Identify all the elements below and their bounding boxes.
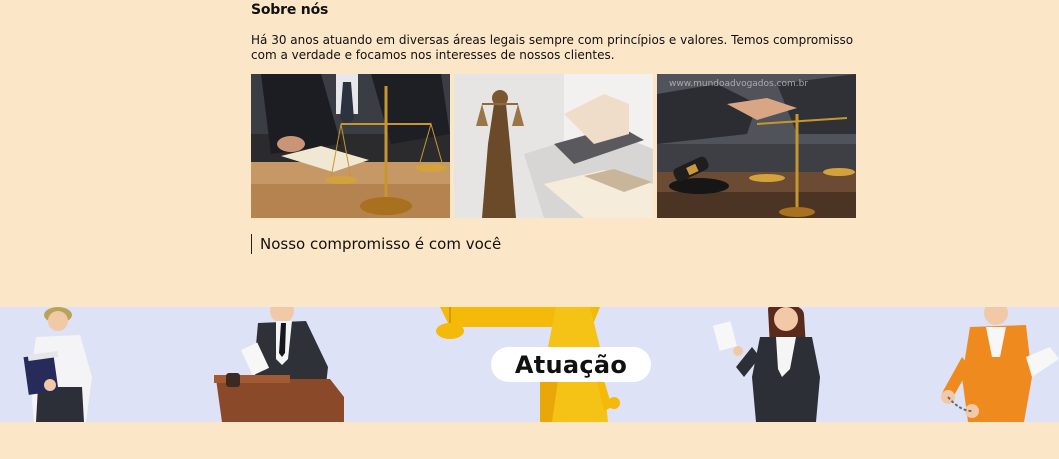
photo-lawyer-scales bbox=[251, 74, 450, 218]
practice-areas-banner: Atuação bbox=[0, 307, 1059, 422]
photo-justice-statue bbox=[454, 74, 653, 218]
figure-man-podium bbox=[214, 307, 344, 422]
figure-woman-books bbox=[23, 307, 92, 422]
figure-woman-paper bbox=[712, 307, 820, 422]
watermark-text: www.mundoadvogados.com.br bbox=[669, 79, 808, 89]
photo-gallery: www.mundoadvogados.com.br bbox=[251, 74, 858, 218]
about-description: Há 30 anos atuando em diversas áreas leg… bbox=[251, 33, 854, 62]
section-title-pill: Atuação bbox=[491, 347, 651, 382]
section-title: Atuação bbox=[514, 350, 628, 379]
about-title: Sobre nós bbox=[251, 2, 329, 18]
figure-prisoner bbox=[941, 307, 1059, 422]
photo-handshake-gavel: www.mundoadvogados.com.br bbox=[657, 74, 856, 218]
tagline: Nosso compromisso é com você bbox=[251, 234, 501, 254]
